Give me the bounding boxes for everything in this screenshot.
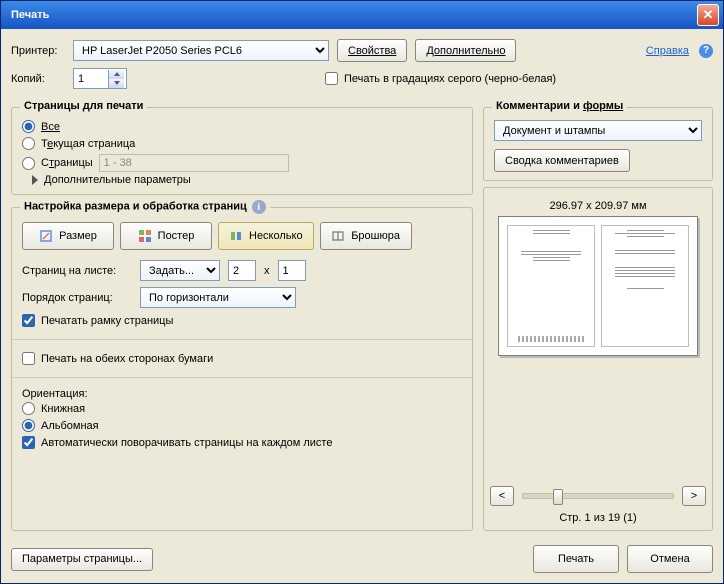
duplex-checkbox[interactable] xyxy=(22,352,35,365)
per-sheet-select[interactable]: Задать... xyxy=(140,260,220,281)
pages-range-radio[interactable] xyxy=(22,157,35,170)
preview-dimension: 296.97 x 209.97 мм xyxy=(549,200,646,212)
page-setup-button[interactable]: Параметры страницы... xyxy=(11,548,153,571)
page-order-select[interactable]: По горизонтали xyxy=(140,287,296,308)
slider-thumb[interactable] xyxy=(553,489,563,505)
printer-advanced-button[interactable]: Дополнительно xyxy=(415,39,516,62)
preview-slider[interactable] xyxy=(522,493,674,499)
sizing-size-button[interactable]: Размер xyxy=(22,222,114,250)
auto-rotate-checkbox[interactable] xyxy=(22,436,35,449)
preview-page-left xyxy=(507,225,595,347)
copies-label: Копий: xyxy=(11,73,65,85)
pages-range-input[interactable]: 1 - 38 xyxy=(99,154,289,172)
pages-range-label: Страницы xyxy=(41,157,93,169)
sizing-group-title: Настройка размера и обработка страниц i xyxy=(20,200,270,214)
printer-properties-button[interactable]: Свойства xyxy=(337,39,407,62)
close-button[interactable]: ✕ xyxy=(697,4,719,26)
pages-group: Страницы для печати Все Текущая страница… xyxy=(11,107,473,195)
pages-more-toggle[interactable]: Дополнительные параметры xyxy=(22,174,462,186)
pages-all-label: Все xyxy=(41,121,60,133)
print-frame-label: Печатать рамку страницы xyxy=(41,315,173,327)
preview-prev-button[interactable]: < xyxy=(490,486,514,506)
copies-up[interactable] xyxy=(108,70,124,79)
poster-icon xyxy=(138,229,152,243)
sizing-booklet-button[interactable]: Брошюра xyxy=(320,222,412,250)
preview-panel: 296.97 x 209.97 мм xyxy=(483,187,713,531)
copies-spinner[interactable] xyxy=(73,68,127,89)
copies-input[interactable] xyxy=(74,69,108,88)
multiple-icon xyxy=(229,229,243,243)
preview-status: Стр. 1 из 19 (1) xyxy=(559,512,636,524)
window-title: Печать xyxy=(11,9,49,21)
comments-summary-button[interactable]: Сводка комментариев xyxy=(494,149,630,172)
size-icon xyxy=(39,229,53,243)
sizing-group: Настройка размера и обработка страниц i … xyxy=(11,207,473,531)
orientation-portrait-radio[interactable] xyxy=(22,402,35,415)
cancel-button[interactable]: Отмена xyxy=(627,545,713,573)
orientation-label: Ориентация: xyxy=(22,388,462,400)
printer-select[interactable]: HP LaserJet P2050 Series PCL6 xyxy=(73,40,329,61)
booklet-icon xyxy=(331,229,345,243)
grayscale-checkbox[interactable] xyxy=(325,72,338,85)
comments-group-title: Комментарии и формы xyxy=(492,100,627,112)
comments-select[interactable]: Документ и штампы xyxy=(494,120,702,141)
preview-next-button[interactable]: > xyxy=(682,486,706,506)
title-bar: Печать ✕ xyxy=(1,1,723,29)
sizing-multiple-button[interactable]: Несколько xyxy=(218,222,314,250)
duplex-label: Печать на обеих сторонах бумаги xyxy=(41,353,213,365)
info-icon[interactable]: i xyxy=(252,200,266,214)
sizing-poster-button[interactable]: Постер xyxy=(120,222,212,250)
pages-all-radio[interactable] xyxy=(22,120,35,133)
print-frame-checkbox[interactable] xyxy=(22,314,35,327)
printer-label: Принтер: xyxy=(11,45,65,57)
pages-current-label: Текущая страница xyxy=(41,138,135,150)
grayscale-label: Печать в градациях серого (черно-белая) xyxy=(344,73,556,85)
orientation-landscape-radio[interactable] xyxy=(22,419,35,432)
print-button[interactable]: Печать xyxy=(533,545,619,573)
help-link[interactable]: Справка xyxy=(646,45,689,57)
copies-down[interactable] xyxy=(108,79,124,88)
per-sheet-w[interactable] xyxy=(228,260,256,281)
pages-group-title: Страницы для печати xyxy=(20,100,147,112)
page-order-label: Порядок страниц: xyxy=(22,292,132,304)
pages-current-radio[interactable] xyxy=(22,137,35,150)
comments-group: Комментарии и формы Документ и штампы Св… xyxy=(483,107,713,181)
per-sheet-h[interactable] xyxy=(278,260,306,281)
chevron-right-icon xyxy=(32,175,38,185)
preview-page-right xyxy=(601,225,689,347)
per-sheet-label: Страниц на листе: xyxy=(22,265,132,277)
print-dialog: Печать ✕ Принтер: HP LaserJet P2050 Seri… xyxy=(0,0,724,584)
help-icon[interactable]: ? xyxy=(699,44,713,58)
preview-sheet xyxy=(498,216,698,356)
